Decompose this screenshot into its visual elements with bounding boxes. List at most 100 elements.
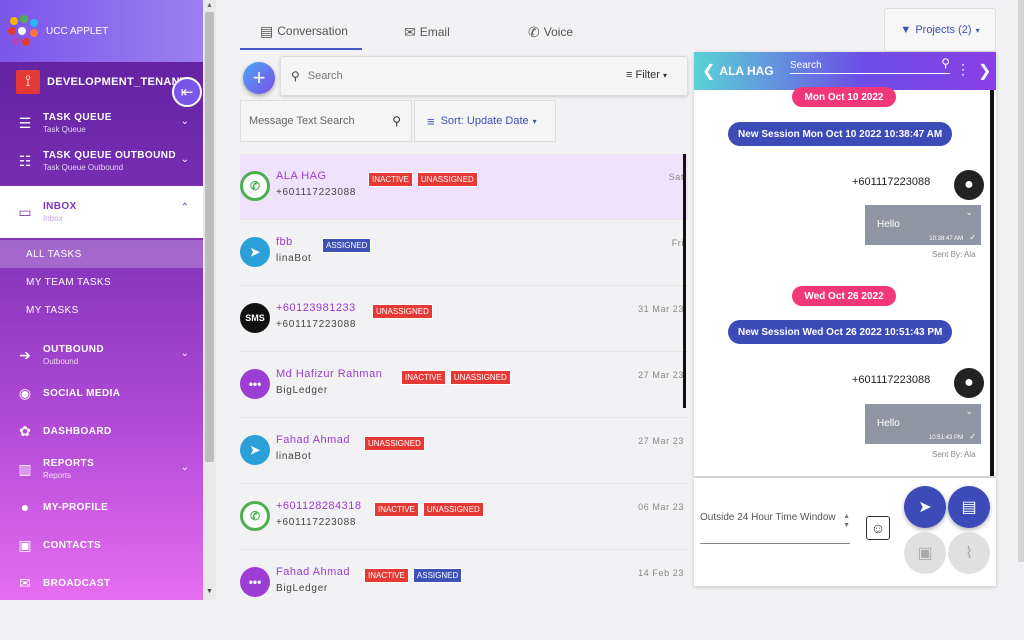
status-badge: UNASSIGNED <box>364 436 425 451</box>
sidebar-subitem-all-tasks[interactable]: ALL TASKS <box>0 240 203 268</box>
projects-filter-button[interactable]: ▼ Projects (2) ▾ <box>884 8 996 52</box>
list-item[interactable]: ✆ ALA HAG +601117223088 INACTIVE UNASSIG… <box>240 154 688 220</box>
send-button[interactable]: ➤ <box>904 486 946 528</box>
status-badge: UNASSIGNED <box>416 172 478 187</box>
list-item[interactable]: ••• Fahad Ahmad BigLedger INACTIVE ASSIG… <box>240 550 688 600</box>
whatsapp-icon: ✆ <box>240 501 270 531</box>
sidebar-subitem-my-tasks[interactable]: MY TASKS <box>0 296 203 324</box>
chevron-up-icon[interactable]: ⌃ <box>181 202 189 213</box>
chevron-down-icon[interactable]: ⌄ <box>181 462 189 473</box>
chevron-down-icon[interactable]: ⌄ <box>181 348 189 359</box>
resize-stepper-icon[interactable]: ▲ ▼ <box>843 512 850 530</box>
attach-button[interactable]: ⌇ <box>948 532 990 574</box>
template-button[interactable]: ▣ <box>904 532 946 574</box>
chevron-down-icon[interactable]: ⌄ <box>181 154 189 165</box>
check-icon: ✓ <box>969 233 976 242</box>
conversation-date: Sat <box>668 172 684 182</box>
session-pill: New Session Mon Oct 10 2022 10:38:47 AM <box>728 122 953 146</box>
sidebar-item-contacts[interactable]: ▣ CONTACTS <box>0 526 203 564</box>
conversation-subtitle: linaBot <box>276 451 312 462</box>
compose-area: Outside 24 Hour Time Window ▲ ▼ ☺ ➤ ▤ ▣ ⌇ <box>694 478 996 586</box>
sidebar-item-sublabel: Inbox <box>43 214 63 223</box>
chevron-left-icon[interactable]: ❮ <box>702 61 715 81</box>
add-conversation-button[interactable]: + <box>243 62 275 94</box>
sidebar-item-social-media[interactable]: ◉ SOCIAL MEDIA <box>0 374 203 412</box>
conversation-search-input[interactable]: ⚲ Search ≡ Filter ▾ <box>280 56 688 96</box>
tab-email[interactable]: ✉ Email <box>404 14 450 50</box>
message-bubble[interactable]: Hello ⌄ 10:51:43 PM ✓ <box>865 404 981 444</box>
page-scrollbar[interactable] <box>1018 0 1024 562</box>
message-time: 10:51:43 PM <box>928 435 963 441</box>
sort-dropdown[interactable]: ≡ Sort: Update Date ▾ <box>414 100 556 142</box>
conversation-subtitle: +601117223088 <box>276 517 357 528</box>
tab-conversation[interactable]: ▤ Conversation <box>240 14 362 50</box>
dropdown-arrow-icon: ▾ <box>662 71 667 80</box>
play-circle-icon: ◉ <box>18 384 32 401</box>
arrow-right-icon: ➔ <box>19 346 31 363</box>
contact-card-icon: ▣ <box>917 545 933 562</box>
sidebar-item-my-profile[interactable]: ● MY-PROFILE <box>0 488 203 526</box>
conversation-date: 31 Mar 23 <box>638 304 684 314</box>
sidebar-item-reports[interactable]: ▥ REPORTS Reports ⌄ <box>0 450 203 488</box>
tab-label: Email <box>419 25 450 39</box>
message-text-search-input[interactable]: Message Text Search ⚲ <box>240 100 412 142</box>
sidebar-item-dashboard[interactable]: ✿ DASHBOARD <box>0 412 203 450</box>
sidebar-item-task-queue[interactable]: ☰ TASK QUEUE Task Queue ⌄ <box>0 104 203 142</box>
chat-search-input[interactable]: Search ⚲ <box>790 56 950 74</box>
sidebar-item-inbox[interactable]: ▭ INBOX Inbox ⌃ <box>0 186 203 238</box>
scroll-down-icon[interactable]: ▼ <box>206 588 213 595</box>
chat-panel: ❮ ALA HAG Search ⚲ ⋮ ❯ Mon Oct 10 2022 N… <box>694 52 996 476</box>
conversation-list: ✆ ALA HAG +601117223088 INACTIVE UNASSIG… <box>240 154 688 600</box>
filter-button[interactable]: ≡ Filter ▾ <box>626 69 667 81</box>
logout-button[interactable]: ⇤ <box>172 77 202 107</box>
person-icon: ● <box>20 499 30 515</box>
emoji-button[interactable]: ☺ <box>866 516 890 540</box>
list-item[interactable]: ✆ +601128284318 +601117223088 INACTIVE U… <box>240 484 688 550</box>
sidebar-item-label: CONTACTS <box>43 539 102 551</box>
status-badge: UNASSIGNED <box>372 304 433 319</box>
sidebar-scrollbar[interactable]: ▲ ▼ <box>203 0 216 600</box>
conversation-name: +60123981233 <box>276 302 356 314</box>
scroll-up-icon[interactable]: ▲ <box>206 2 213 9</box>
status-badge: INACTIVE <box>368 172 413 187</box>
conversation-name: Md Hafizur Rahman <box>276 368 383 380</box>
conversation-subtitle: +601117223088 <box>276 319 357 330</box>
list-item[interactable]: SMS +60123981233 +601117223088 UNASSIGNE… <box>240 286 688 352</box>
chevron-down-icon[interactable]: ⌄ <box>965 207 973 218</box>
chat-icon: ▤ <box>260 22 274 39</box>
sent-by-label: Sent By: Ala <box>932 250 976 259</box>
chevron-down-icon[interactable]: ⌄ <box>181 116 189 127</box>
paperclip-icon: ⌇ <box>965 545 973 562</box>
list-item[interactable]: ➤ Fahad Ahmad linaBot UNASSIGNED 27 Mar … <box>240 418 688 484</box>
filter-label: Filter <box>635 69 660 81</box>
list-item[interactable]: ➤ fbb linaBot ASSIGNED Fri <box>240 220 688 286</box>
sidebar-item-task-queue-outbound[interactable]: ☷ TASK QUEUE OUTBOUND Task Queue Outbound… <box>0 142 203 180</box>
chevron-right-icon[interactable]: ❯ <box>978 61 991 81</box>
message-bubble[interactable]: Hello ⌄ 10:38:47 AM ✓ <box>865 205 981 245</box>
sidebar-subitem-my-team-tasks[interactable]: MY TEAM TASKS <box>0 268 203 296</box>
sort-icon: ≡ <box>427 113 435 129</box>
sidebar-item-broadcast[interactable]: ✉ BROADCAST <box>0 564 203 600</box>
badge-group: ASSIGNED <box>322 238 372 253</box>
chevron-down-icon[interactable]: ⌄ <box>965 406 973 417</box>
send-icon: ➤ <box>918 499 932 516</box>
mail-icon: ✉ <box>404 23 416 40</box>
sidebar-item-label: BROADCAST <box>43 577 111 589</box>
session-pill: New Session Wed Oct 26 2022 10:51:43 PM <box>728 320 953 344</box>
message-search-placeholder: Message Text Search <box>249 115 355 127</box>
list-item[interactable]: ••• Md Hafizur Rahman BigLedger INACTIVE… <box>240 352 688 418</box>
bar-chart-icon: ▥ <box>18 460 32 477</box>
sidebar-item-outbound[interactable]: ➔ OUTBOUND Outbound ⌄ <box>0 336 203 374</box>
message-text: Hello <box>877 418 900 429</box>
conversation-subtitle: +601117223088 <box>276 187 357 198</box>
search-icon[interactable]: ⚲ <box>392 114 401 128</box>
scrollbar-thumb[interactable] <box>205 12 214 462</box>
conversation-name: fbb <box>276 236 293 248</box>
quick-reply-button[interactable]: ▤ <box>948 486 990 528</box>
more-vert-icon[interactable]: ⋮ <box>956 61 970 78</box>
search-icon[interactable]: ⚲ <box>941 56 950 70</box>
message-input[interactable]: Outside 24 Hour Time Window ▲ ▼ <box>700 512 850 544</box>
sidebar-item-label: TASK QUEUE <box>43 112 112 123</box>
tab-voice[interactable]: ✆ Voice <box>528 14 573 50</box>
sidebar-item-sublabel: Task Queue Outbound <box>43 163 124 172</box>
